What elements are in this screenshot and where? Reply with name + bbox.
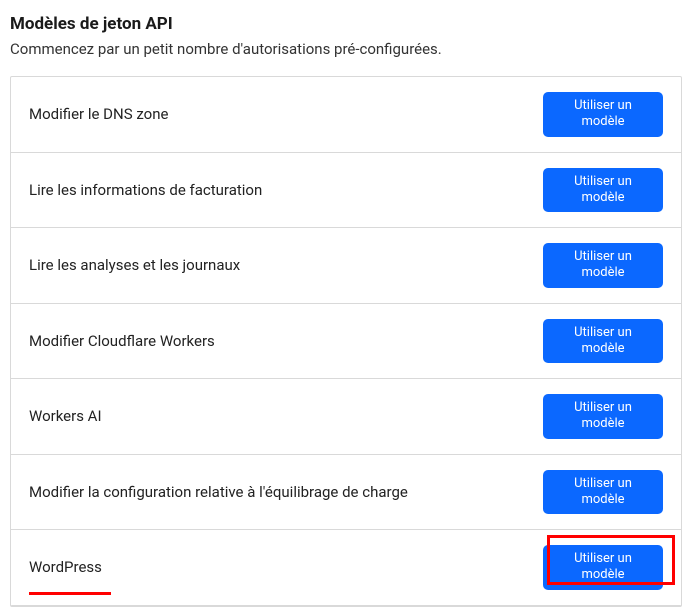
template-label: Workers AI — [29, 407, 102, 425]
use-template-button-dns[interactable]: Utiliser un modèle — [543, 92, 663, 137]
use-template-button-wordpress[interactable]: Utiliser un modèle — [543, 545, 663, 590]
template-label: WordPress — [29, 558, 102, 576]
template-row-billing: Lire les informations de facturation Uti… — [11, 153, 681, 229]
use-template-button-billing[interactable]: Utiliser un modèle — [543, 168, 663, 213]
templates-list: Modifier le DNS zone Utiliser un modèle … — [10, 76, 682, 607]
use-template-button-analytics[interactable]: Utiliser un modèle — [543, 243, 663, 288]
template-label: Modifier Cloudflare Workers — [29, 332, 215, 350]
template-row-analytics: Lire les analyses et les journaux Utilis… — [11, 228, 681, 304]
template-row-dns: Modifier le DNS zone Utiliser un modèle — [11, 77, 681, 153]
section-subtitle: Commencez par un petit nombre d'autorisa… — [10, 40, 682, 58]
template-label: Lire les informations de facturation — [29, 181, 262, 199]
template-label: Modifier la configuration relative à l'é… — [29, 483, 408, 501]
template-row-workers: Modifier Cloudflare Workers Utiliser un … — [11, 304, 681, 380]
use-template-button-workers[interactable]: Utiliser un modèle — [543, 319, 663, 364]
use-template-button-workers-ai[interactable]: Utiliser un modèle — [543, 394, 663, 439]
template-label: Modifier le DNS zone — [29, 105, 168, 123]
use-template-button-load-balancing[interactable]: Utiliser un modèle — [543, 470, 663, 515]
section-header: Modèles de jeton API Commencez par un pe… — [10, 14, 682, 58]
template-row-workers-ai: Workers AI Utiliser un modèle — [11, 379, 681, 455]
section-title: Modèles de jeton API — [10, 14, 682, 34]
template-row-wordpress: WordPress Utiliser un modèle — [11, 530, 681, 606]
template-label: Lire les analyses et les journaux — [29, 256, 240, 274]
template-row-load-balancing: Modifier la configuration relative à l'é… — [11, 455, 681, 531]
